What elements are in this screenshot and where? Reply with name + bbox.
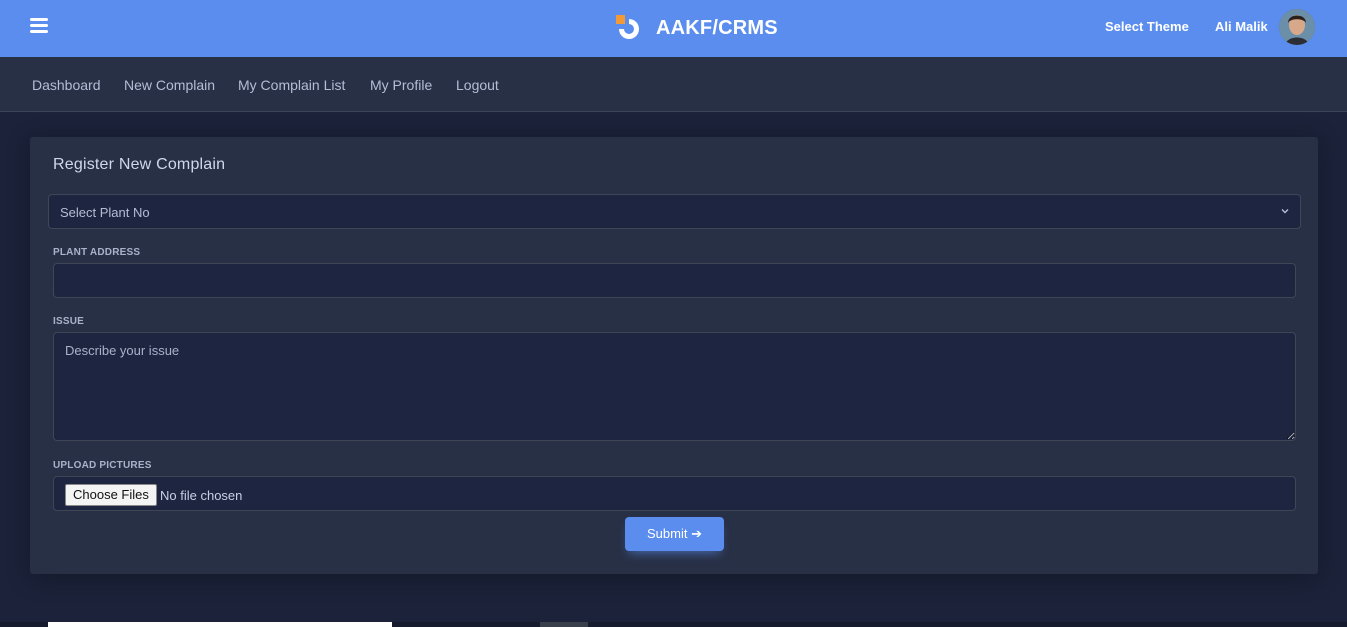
nav-logout[interactable]: Logout xyxy=(456,77,499,93)
chevron-down-icon xyxy=(1281,209,1289,214)
nav-my-complain-list[interactable]: My Complain List xyxy=(238,77,345,93)
bottom-fragment-dark xyxy=(540,622,588,627)
select-theme-link[interactable]: Select Theme xyxy=(1105,19,1189,34)
brand-name: AAKF/CRMS xyxy=(656,16,778,39)
bottom-fragment-light xyxy=(48,622,392,627)
issue-label: ISSUE xyxy=(53,316,85,327)
user-name[interactable]: Ali Malik xyxy=(1215,19,1268,34)
choose-files-button[interactable]: Choose Files xyxy=(65,484,157,506)
complain-form-card: Register New Complain Select Plant No PL… xyxy=(30,137,1318,574)
plant-address-input[interactable] xyxy=(53,263,1296,298)
brand-logo-icon xyxy=(616,15,639,39)
nav-dashboard[interactable]: Dashboard xyxy=(32,77,101,93)
hamburger-icon[interactable] xyxy=(30,18,48,34)
avatar[interactable] xyxy=(1279,9,1315,45)
plant-no-select-value: Select Plant No xyxy=(60,205,150,220)
submit-button[interactable]: Submit ➔ xyxy=(625,517,724,551)
top-header: AAKF/CRMS Select Theme Ali Malik xyxy=(0,0,1347,57)
file-status-text: No file chosen xyxy=(160,488,243,503)
upload-pictures-input[interactable]: Choose Files No file chosen xyxy=(53,476,1296,511)
plant-no-select[interactable]: Select Plant No xyxy=(48,194,1301,229)
nav-new-complain[interactable]: New Complain xyxy=(124,77,215,93)
avatar-image xyxy=(1279,9,1315,45)
card-title: Register New Complain xyxy=(53,156,226,173)
issue-textarea[interactable] xyxy=(53,332,1296,441)
nav-my-profile[interactable]: My Profile xyxy=(370,77,432,93)
upload-pictures-label: UPLOAD PICTURES xyxy=(53,460,152,471)
plant-address-label: PLANT ADDRESS xyxy=(53,247,141,258)
main-nav: Dashboard New Complain My Complain List … xyxy=(0,57,1347,112)
brand[interactable]: AAKF/CRMS xyxy=(614,12,778,44)
